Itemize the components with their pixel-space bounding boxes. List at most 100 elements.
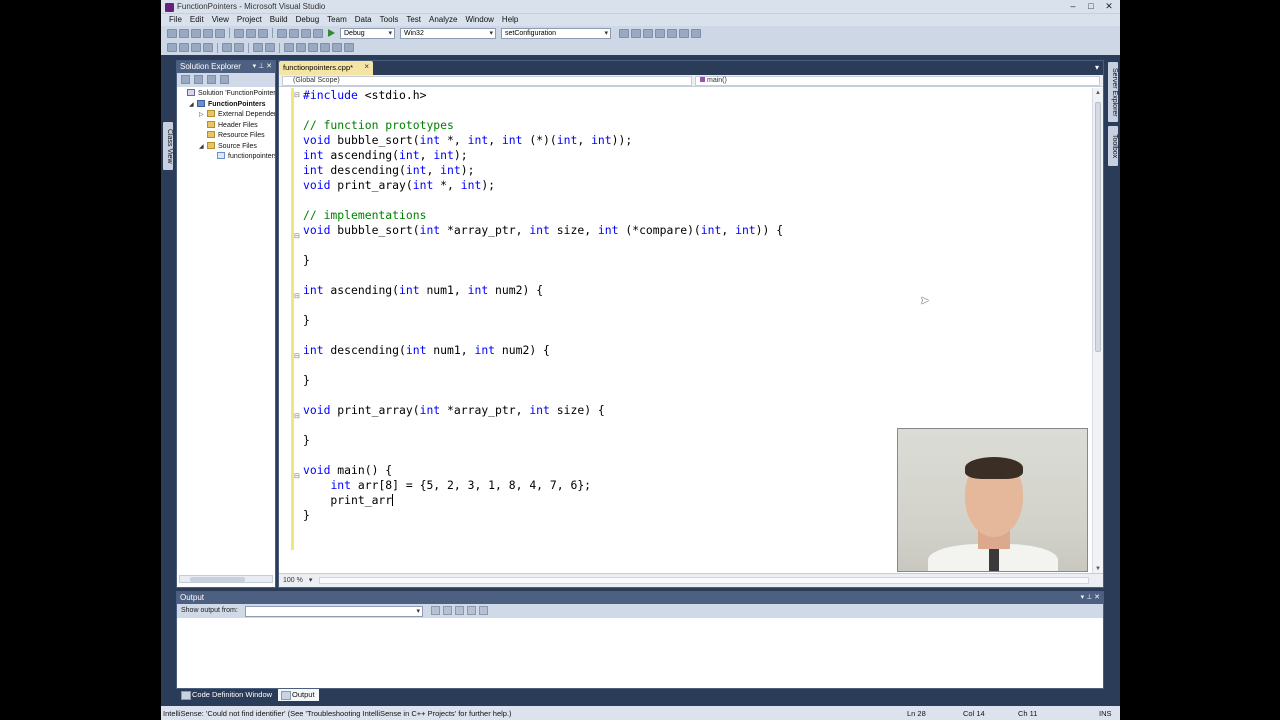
menu-item-test[interactable]: Test — [402, 14, 425, 26]
zoom-level[interactable]: 100 % — [283, 577, 303, 584]
window-title: FunctionPointers - Microsoft Visual Stud… — [177, 2, 326, 11]
tree-item[interactable]: Solution 'FunctionPointers' — [177, 89, 275, 100]
maximize-button[interactable]: □ — [1086, 1, 1096, 12]
solution-explorer-header: Solution Explorer ▾ ⊥ ✕ — [177, 61, 275, 73]
platform-select[interactable]: Win32 — [400, 27, 496, 39]
new-project-icon[interactable] — [167, 28, 177, 38]
extension-manager-icon[interactable] — [691, 28, 701, 38]
menu-item-tools[interactable]: Tools — [376, 14, 403, 26]
close-tab-icon[interactable]: × — [364, 62, 369, 71]
menu-item-help[interactable]: Help — [498, 14, 522, 26]
solution-explorer-icon[interactable] — [631, 28, 641, 38]
menu-item-team[interactable]: Team — [323, 14, 351, 26]
output-header: Output ▾ ⊥ ✕ — [177, 592, 1103, 604]
clear-bookmarks-icon[interactable] — [344, 43, 354, 52]
editor-horizontal-scrollbar[interactable] — [319, 577, 1089, 584]
navigate-forward-icon[interactable] — [313, 28, 323, 38]
class-view-tab[interactable]: Class View — [163, 122, 173, 170]
tab-functionpointers-cpp[interactable]: functionpointers.cpp* × — [279, 61, 374, 75]
editor-vertical-scrollbar[interactable]: ▲ ▼ — [1092, 88, 1103, 574]
start-debugging-icon[interactable] — [328, 29, 335, 37]
decrease-indent-icon[interactable] — [222, 43, 232, 52]
menu-item-window[interactable]: Window — [461, 14, 497, 26]
uncomment-icon[interactable] — [265, 43, 275, 52]
display-object-member-list-icon[interactable] — [167, 43, 177, 52]
toggle-word-wrap-icon[interactable] — [479, 606, 488, 615]
refresh-icon[interactable] — [207, 75, 216, 84]
tree-item[interactable]: ◢ Source Files — [177, 141, 275, 153]
solution-explorer-scrollbar[interactable] — [179, 575, 273, 583]
menu-item-debug[interactable]: Debug — [292, 14, 324, 26]
undo-icon[interactable] — [277, 28, 287, 38]
open-file-icon[interactable] — [191, 28, 201, 38]
display-word-completion-icon[interactable] — [203, 43, 213, 52]
outline-collapse-icon[interactable]: ⊟ — [294, 412, 300, 420]
tab-output[interactable]: Output — [278, 689, 319, 701]
properties-icon[interactable] — [181, 75, 190, 84]
scope-dropdown[interactable]: (Global Scope) — [282, 76, 692, 86]
document-list-icon[interactable]: ▾ — [1095, 63, 1099, 72]
panel-controls[interactable]: ▾ ⊥ ✕ — [1081, 593, 1100, 601]
find-combo[interactable]: setConfiguration — [501, 27, 611, 39]
tree-item[interactable]: Header Files — [177, 120, 275, 132]
standard-toolbar: Debug Win32 setConfiguration — [161, 26, 1120, 40]
outline-collapse-icon[interactable]: ⊟ — [294, 91, 300, 99]
go-to-previous-message-icon[interactable] — [443, 606, 452, 615]
navigate-back-icon[interactable] — [301, 28, 311, 38]
close-button[interactable]: ✕ — [1104, 1, 1114, 12]
minimize-button[interactable]: – — [1068, 1, 1078, 12]
display-parameter-info-icon[interactable] — [179, 43, 189, 52]
object-browser-icon[interactable] — [655, 28, 665, 38]
clear-all-icon[interactable] — [467, 606, 476, 615]
paste-icon[interactable] — [258, 28, 268, 38]
previous-bookmark-icon[interactable] — [296, 43, 306, 52]
tree-item[interactable]: ▷ External Dependencies — [177, 110, 275, 121]
next-bookmark-in-folder-icon[interactable] — [332, 43, 342, 52]
server-explorer-tab[interactable]: Server Explorer — [1108, 62, 1118, 122]
outline-collapse-icon[interactable]: ⊟ — [294, 352, 300, 360]
menu-item-data[interactable]: Data — [351, 14, 376, 26]
tab-code-definition-window[interactable]: Code Definition Window — [178, 689, 276, 701]
tree-item[interactable]: Resource Files — [177, 131, 275, 142]
outline-collapse-icon[interactable]: ⊟ — [294, 472, 300, 480]
previous-bookmark-in-folder-icon[interactable] — [320, 43, 330, 52]
properties-icon[interactable] — [643, 28, 653, 38]
add-item-icon[interactable] — [179, 28, 189, 38]
outline-collapse-icon[interactable]: ⊟ — [294, 232, 300, 240]
next-bookmark-icon[interactable] — [308, 43, 318, 52]
find-message-icon[interactable] — [431, 606, 440, 615]
menu-item-view[interactable]: View — [208, 14, 233, 26]
text-editor-toolbar — [161, 40, 1120, 55]
toolbox-tab[interactable]: Toolbox — [1108, 126, 1118, 166]
find-in-files-icon[interactable] — [619, 28, 629, 38]
menu-item-edit[interactable]: Edit — [186, 14, 208, 26]
copy-icon[interactable] — [246, 28, 256, 38]
tree-expander-icon[interactable]: ▷ — [199, 111, 207, 118]
menu-item-analyze[interactable]: Analyze — [425, 14, 461, 26]
tree-item[interactable]: functionpointers.cpp — [177, 152, 275, 163]
menu-item-file[interactable]: File — [165, 14, 186, 26]
toggle-bookmark-icon[interactable] — [284, 43, 294, 52]
tree-expander-icon[interactable]: ◢ — [189, 101, 197, 108]
tree-item[interactable]: ◢ FunctionPointers — [177, 99, 275, 111]
cut-icon[interactable] — [234, 28, 244, 38]
display-quick-info-icon[interactable] — [191, 43, 201, 52]
toolbox-icon[interactable] — [667, 28, 677, 38]
function-dropdown[interactable]: main() — [695, 76, 1100, 86]
save-icon[interactable] — [203, 28, 213, 38]
save-all-icon[interactable] — [215, 28, 225, 38]
view-class-diagram-icon[interactable] — [220, 75, 229, 84]
start-page-icon[interactable] — [679, 28, 689, 38]
output-source-select[interactable] — [245, 606, 423, 617]
increase-indent-icon[interactable] — [234, 43, 244, 52]
show-all-files-icon[interactable] — [194, 75, 203, 84]
panel-controls[interactable]: ▾ ⊥ ✕ — [253, 62, 272, 70]
go-to-next-message-icon[interactable] — [455, 606, 464, 615]
redo-icon[interactable] — [289, 28, 299, 38]
configuration-select[interactable]: Debug — [340, 27, 395, 39]
outline-collapse-icon[interactable]: ⊟ — [294, 292, 300, 300]
menu-item-build[interactable]: Build — [266, 14, 292, 26]
comment-out-icon[interactable] — [253, 43, 263, 52]
tree-expander-icon[interactable]: ◢ — [199, 143, 207, 150]
menu-item-project[interactable]: Project — [233, 14, 266, 26]
